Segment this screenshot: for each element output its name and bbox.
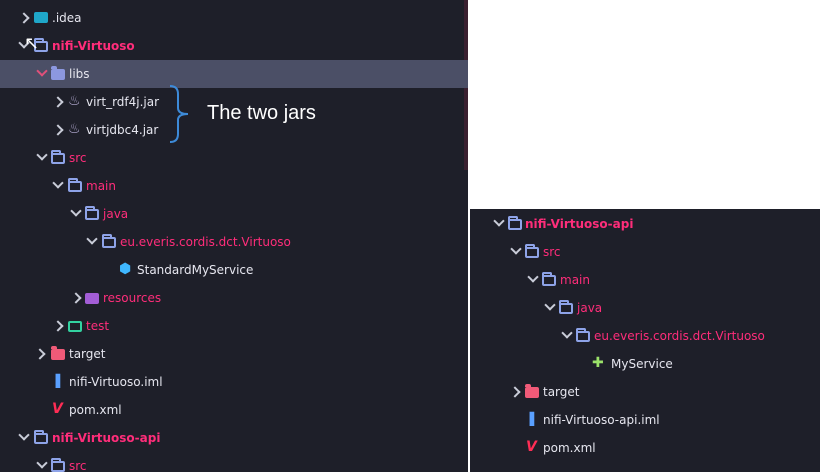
chevron-down-icon[interactable] xyxy=(70,205,82,217)
tree-item-iml[interactable]: ▐ nifi-Virtuoso.iml xyxy=(0,368,468,396)
tree-item-label: MyService xyxy=(611,357,673,371)
tree-item-iml[interactable]: ▐ nifi-Virtuoso-api.iml xyxy=(470,406,820,434)
folder-icon xyxy=(559,300,573,314)
package-folder-icon xyxy=(576,328,590,342)
chevron-down-icon[interactable] xyxy=(493,215,505,227)
class-icon: ⬢ xyxy=(119,261,132,277)
tree-item-label: nifi-Virtuoso-api xyxy=(52,431,161,445)
chevron-right-icon[interactable] xyxy=(52,320,64,332)
tree-item-nifi-virtuoso-api[interactable]: nifi-Virtuoso-api xyxy=(0,424,468,452)
chevron-right-icon[interactable] xyxy=(509,386,521,398)
chevron-down-icon[interactable] xyxy=(36,457,48,469)
tree-item-nifi-virtuoso[interactable]: nifi-Virtuoso ↖ xyxy=(0,32,468,60)
tree-item-target[interactable]: target xyxy=(470,378,820,406)
tree-item-label: nifi-Virtuoso.iml xyxy=(69,375,163,389)
source-folder-icon xyxy=(51,150,65,164)
tree-item-label: libs xyxy=(69,67,90,81)
excluded-folder-icon xyxy=(51,346,65,360)
tree-item-nifi-virtuoso-api[interactable]: nifi-Virtuoso-api xyxy=(470,210,820,238)
tree-item-label: target xyxy=(543,385,580,399)
chevron-down-icon[interactable] xyxy=(527,271,539,283)
module-folder-icon xyxy=(508,216,522,230)
folder-icon xyxy=(51,66,65,80)
bracket-annotation xyxy=(169,85,189,143)
tree-item-label: java xyxy=(577,301,603,315)
tree-item-label: target xyxy=(69,347,106,361)
tree-item-main[interactable]: main xyxy=(0,172,468,200)
left-project-tree: .idea nifi-Virtuoso ↖ libs ♨ virt_rdf4j.… xyxy=(0,0,468,472)
chevron-down-icon[interactable] xyxy=(36,149,48,161)
tree-item-label: pom.xml xyxy=(69,403,122,417)
tree-item-label: StandardMyService xyxy=(137,263,254,277)
chevron-down-icon[interactable] xyxy=(52,177,64,189)
tree-item-label: .idea xyxy=(52,11,82,25)
jar-icon: ♨ xyxy=(68,121,81,137)
chevron-down-icon[interactable] xyxy=(18,429,30,441)
tree-item-target[interactable]: target xyxy=(0,340,468,368)
tree-item-my-service[interactable]: ✚ MyService xyxy=(470,350,820,378)
tree-item-label: resources xyxy=(103,291,162,305)
chevron-down-icon[interactable] xyxy=(544,299,556,311)
tree-item-src[interactable]: src xyxy=(0,452,468,472)
source-folder-icon xyxy=(51,458,65,472)
tree-item-label: pom.xml xyxy=(543,441,596,455)
tree-item-src[interactable]: src xyxy=(470,238,820,266)
tree-item-resources[interactable]: resources xyxy=(0,284,468,312)
tree-item-package[interactable]: eu.everis.cordis.dct.Virtuoso xyxy=(470,322,820,350)
tree-item-label: src xyxy=(543,245,561,259)
tree-item-label: nifi-Virtuoso-api.iml xyxy=(543,413,660,427)
folder-icon xyxy=(34,12,48,23)
interface-icon: ✚ xyxy=(592,355,604,371)
tree-item-test[interactable]: test xyxy=(0,312,468,340)
excluded-folder-icon xyxy=(525,384,539,398)
chevron-right-icon[interactable] xyxy=(34,348,46,360)
chevron-down-icon[interactable] xyxy=(561,327,573,339)
tree-item-label: eu.everis.cordis.dct.Virtuoso xyxy=(120,235,291,249)
annotation-text: The two jars xyxy=(207,102,316,124)
folder-icon xyxy=(542,272,556,286)
module-folder-icon xyxy=(34,430,48,444)
chevron-down-icon[interactable] xyxy=(86,233,98,245)
right-project-tree: nifi-Virtuoso-api src main java eu.everi… xyxy=(470,209,820,472)
tree-item-label: test xyxy=(86,319,110,333)
package-folder-icon xyxy=(102,234,116,248)
tree-item-label: java xyxy=(103,207,129,221)
tree-item-main[interactable]: main xyxy=(470,266,820,294)
chevron-down-icon[interactable] xyxy=(510,243,522,255)
chevron-down-icon[interactable] xyxy=(36,65,48,77)
mouse-cursor-icon: ↖ xyxy=(24,33,40,54)
maven-icon: V xyxy=(526,439,537,455)
iml-icon: ▐ xyxy=(525,412,535,426)
tree-item-java[interactable]: java xyxy=(0,200,468,228)
tree-item-label: main xyxy=(86,179,116,193)
test-folder-icon xyxy=(68,321,82,332)
tree-item-label: virt_rdf4j.jar xyxy=(86,95,160,109)
tree-item-src[interactable]: src xyxy=(0,144,468,172)
tree-item-java[interactable]: java xyxy=(470,294,820,322)
tree-item-idea[interactable]: .idea xyxy=(0,4,468,32)
tree-item-label: nifi-Virtuoso xyxy=(52,39,135,53)
chevron-right-icon[interactable] xyxy=(52,96,64,108)
source-folder-icon xyxy=(525,244,539,258)
tree-item-libs[interactable]: libs xyxy=(0,60,468,88)
tree-item-pom[interactable]: V pom.xml xyxy=(0,396,468,424)
tree-item-label: src xyxy=(69,151,87,165)
chevron-right-icon[interactable] xyxy=(18,12,30,24)
tree-item-label: nifi-Virtuoso-api xyxy=(525,217,634,231)
tree-item-pom[interactable]: V pom.xml xyxy=(470,434,820,462)
chevron-right-icon[interactable] xyxy=(52,124,64,136)
folder-icon xyxy=(85,206,99,220)
chevron-right-icon[interactable] xyxy=(70,292,82,304)
maven-icon: V xyxy=(52,401,63,417)
tree-item-package[interactable]: eu.everis.cordis.dct.Virtuoso xyxy=(0,228,468,256)
tree-item-label: src xyxy=(69,459,87,472)
resources-folder-icon xyxy=(85,293,99,304)
iml-icon: ▐ xyxy=(51,374,61,388)
tree-item-label: eu.everis.cordis.dct.Virtuoso xyxy=(594,329,765,343)
folder-icon xyxy=(68,178,82,192)
tree-item-label: virtjdbc4.jar xyxy=(86,123,159,137)
tree-item-label: main xyxy=(560,273,590,287)
jar-icon: ♨ xyxy=(68,93,81,109)
tree-item-standard-my-service[interactable]: ⬢ StandardMyService xyxy=(0,256,468,284)
